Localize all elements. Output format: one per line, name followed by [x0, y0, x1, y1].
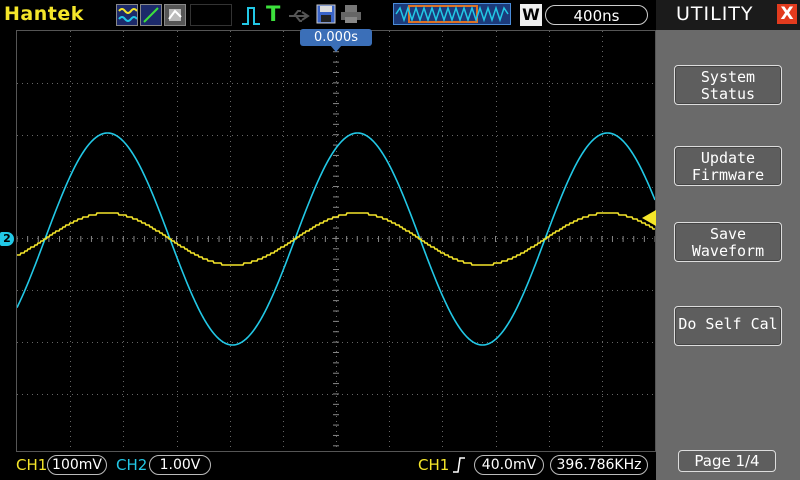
close-icon[interactable]: X	[777, 4, 797, 24]
system-status-button[interactable]: System Status	[674, 65, 782, 105]
side-menu: UTILITY X System Status Update Firmware …	[656, 0, 800, 480]
ch1-label[interactable]: CH1	[16, 456, 47, 474]
timebase-readout[interactable]: 400ns	[545, 5, 648, 25]
save-waveform-button[interactable]: Save Waveform	[674, 222, 782, 262]
update-firmware-button[interactable]: Update Firmware	[674, 146, 782, 186]
ch2-label[interactable]: CH2	[116, 456, 147, 474]
xy-mode-icon[interactable]	[140, 4, 162, 26]
print-icon[interactable]	[340, 4, 362, 24]
trigger-t-icon[interactable]: T	[266, 2, 280, 26]
usb-icon	[288, 8, 312, 22]
menu-title: UTILITY	[676, 3, 754, 25]
waveform-display	[16, 30, 656, 452]
persist-mode-icon[interactable]	[164, 4, 186, 26]
trigger-position-indicator[interactable]: 0.000s	[300, 29, 372, 46]
graticule	[17, 31, 655, 447]
empty-slot	[190, 4, 232, 26]
trigger-position-arrow	[330, 45, 342, 52]
trigger-level-marker[interactable]	[642, 210, 656, 226]
trigger-edge-icon[interactable]	[240, 4, 262, 26]
page-indicator-button[interactable]: Page 1/4	[678, 450, 776, 472]
window-mode-badge: W	[520, 4, 542, 26]
brand-logo: Hantek	[4, 3, 84, 25]
top-toolbar: Hantek T W 400ns	[0, 0, 656, 30]
ch1-scale[interactable]: 100mV	[47, 455, 107, 475]
self-cal-button[interactable]: Do Self Cal	[674, 306, 782, 346]
menu-header: UTILITY X	[656, 0, 800, 30]
trigger-level[interactable]: 40.0mV	[474, 455, 544, 475]
ch2-scale[interactable]: 1.00V	[149, 455, 211, 475]
rising-edge-icon	[453, 457, 465, 473]
trigger-source-label[interactable]: CH1	[418, 456, 449, 474]
frequency-readout: 396.786KHz	[550, 455, 648, 475]
memory-overview[interactable]	[393, 3, 511, 25]
ch2-ground-marker[interactable]: 2	[0, 232, 14, 246]
waveform-mode-icon[interactable]	[116, 4, 138, 26]
save-disk-icon[interactable]	[316, 4, 336, 24]
